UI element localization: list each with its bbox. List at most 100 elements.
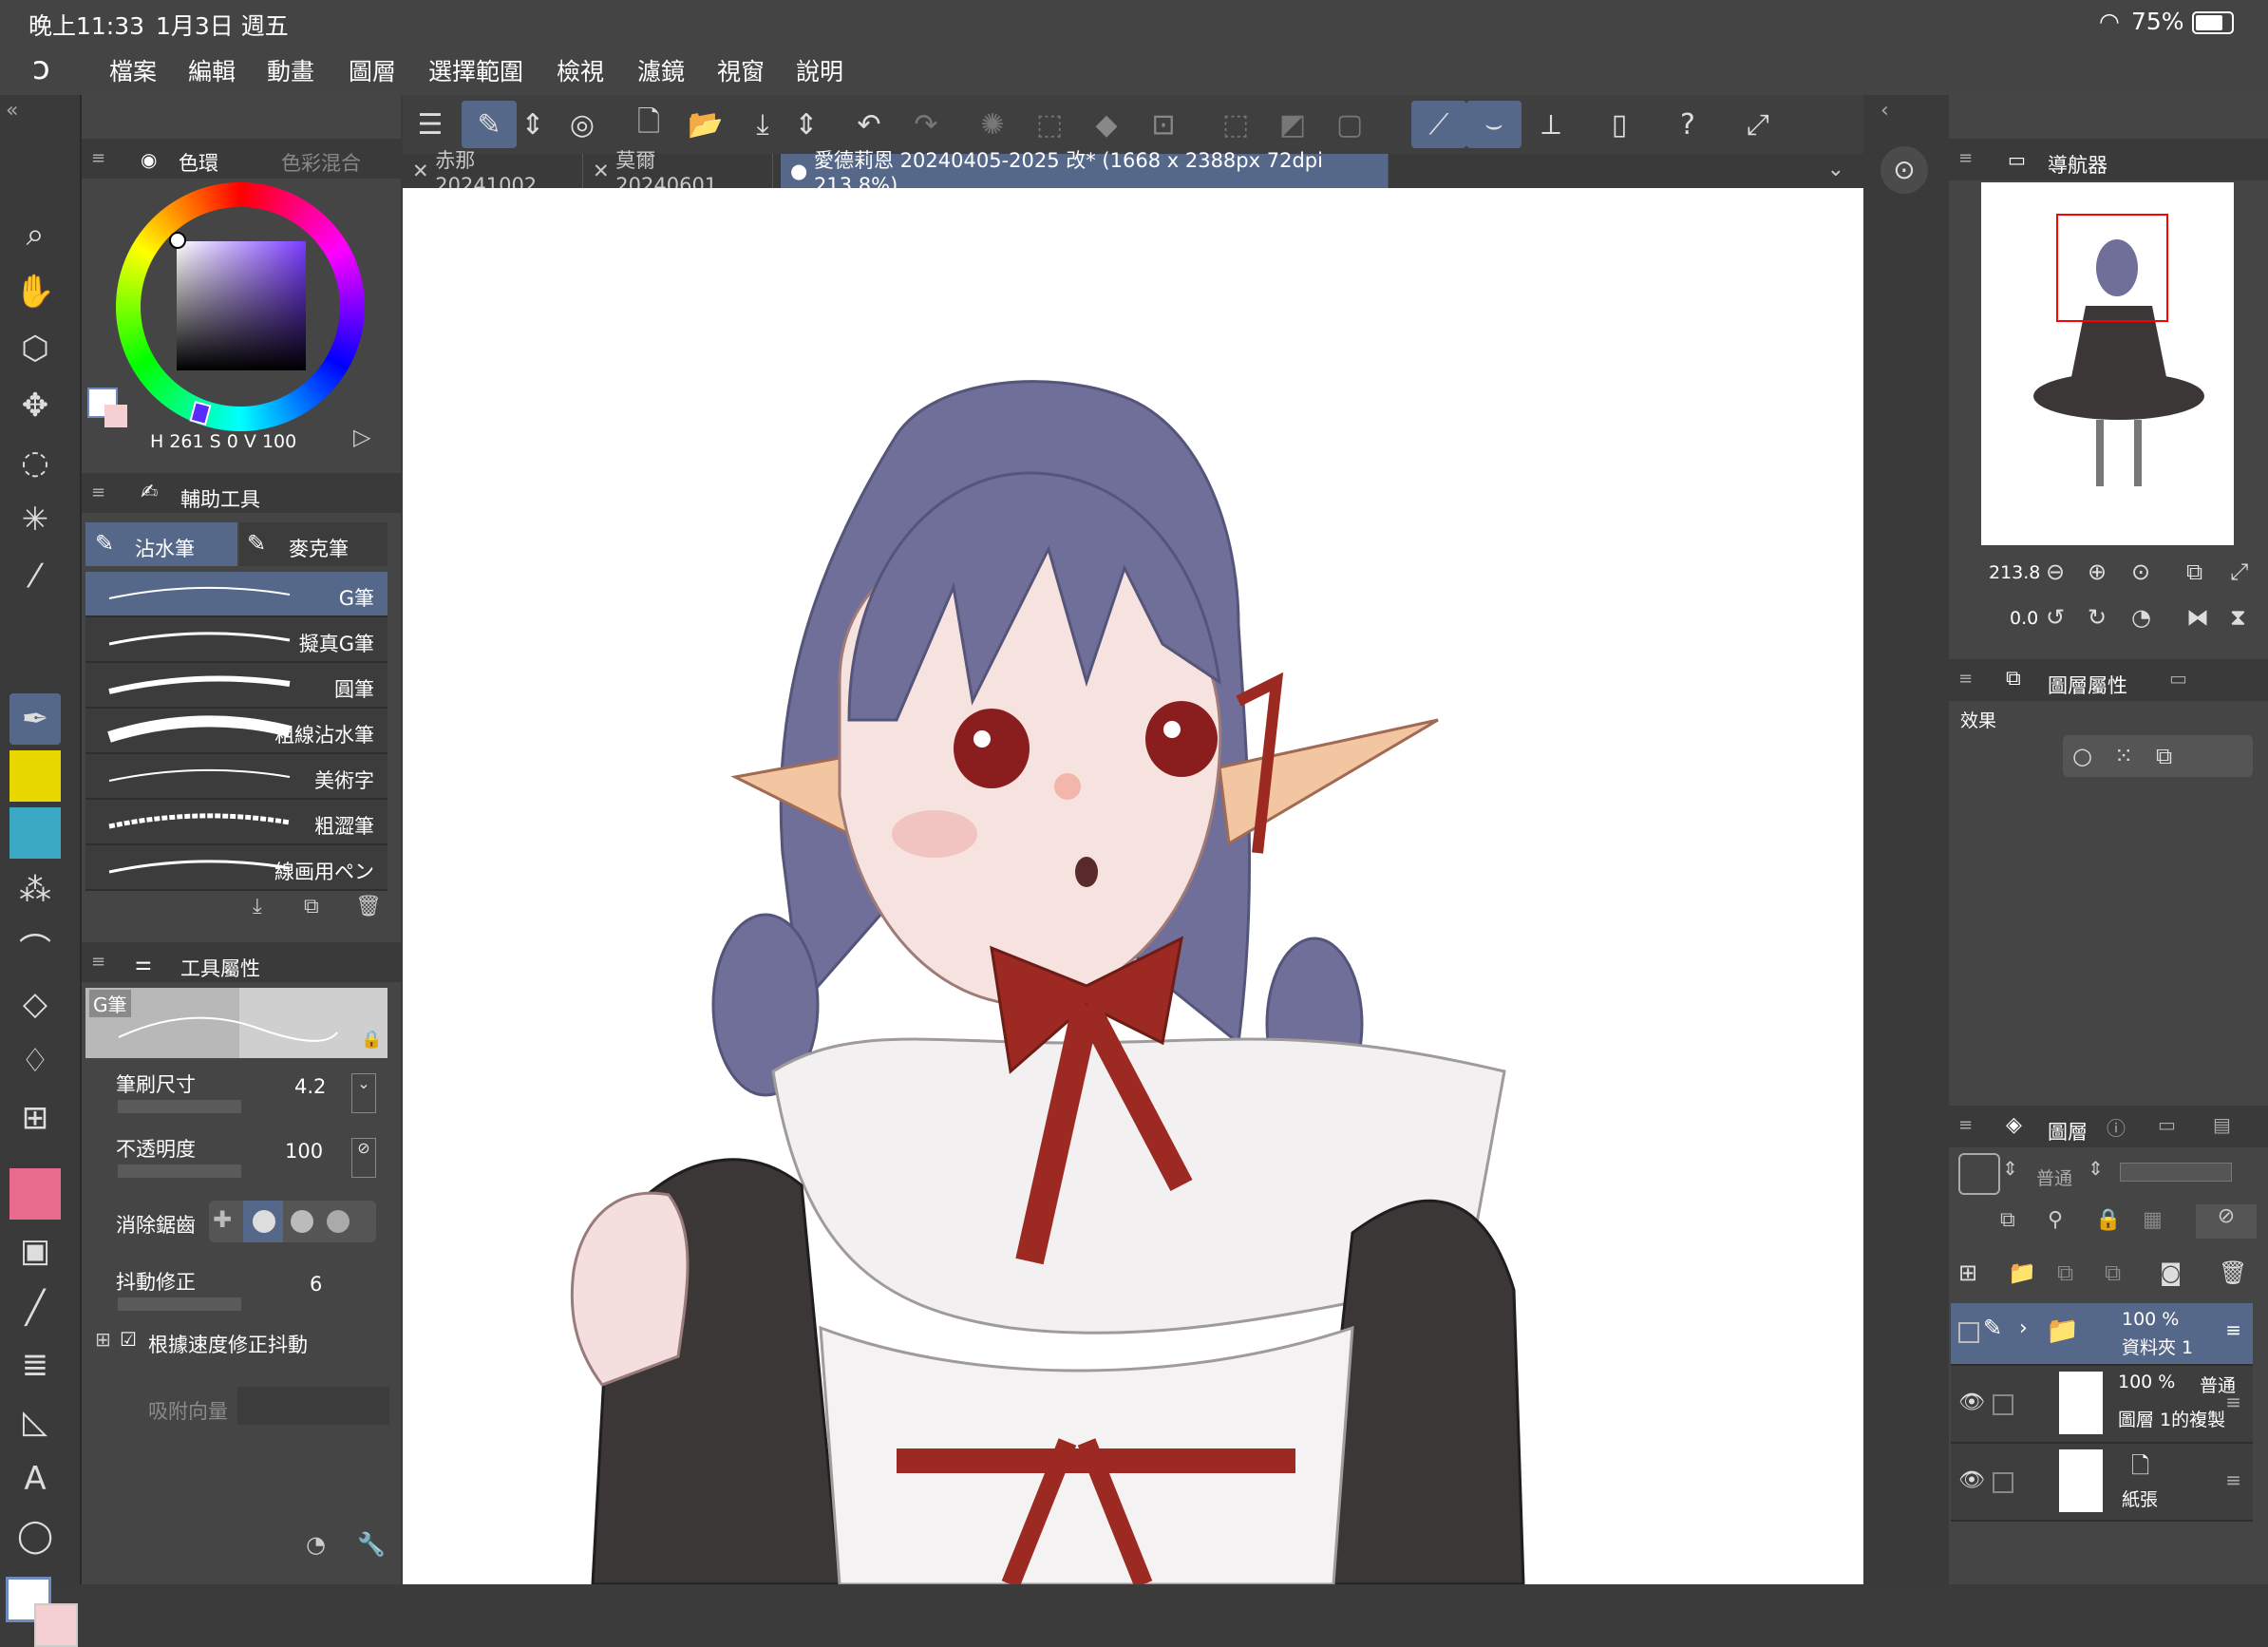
effect-selector[interactable]: ○ ⁙ ⧉ xyxy=(2063,735,2253,777)
brush-rough-pen[interactable]: 粗澀筆 xyxy=(85,800,387,845)
blend-mode-stepper-icon[interactable]: ⇕ xyxy=(2088,1157,2104,1180)
opacity-pressure-icon[interactable]: ⊘ xyxy=(351,1138,376,1178)
app-logo-icon[interactable]: ↄ xyxy=(32,49,50,87)
menu-animation[interactable]: 動畫 xyxy=(267,53,314,87)
import-subtool-icon[interactable]: ⤓ xyxy=(253,895,262,918)
snap-ruler-icon[interactable]: ⟋ xyxy=(1411,101,1466,148)
collapse-right-icon[interactable]: ‹ xyxy=(1881,99,1889,123)
delete-subtool-icon[interactable]: 🗑 xyxy=(355,895,382,918)
zoom-in-icon[interactable]: ⊕ xyxy=(2088,558,2107,585)
brush-size-slider[interactable] xyxy=(118,1100,241,1113)
figure-tool-icon[interactable]: ╱ xyxy=(9,1282,61,1334)
zoom-fit-icon[interactable]: ⊙ xyxy=(2131,558,2150,585)
collapse-left-icon[interactable]: « xyxy=(6,99,18,123)
companion-icon[interactable]: ◎ xyxy=(555,101,610,148)
sub-color-swatch[interactable] xyxy=(34,1603,78,1647)
hamburger-menu-icon[interactable]: ☰ xyxy=(403,101,458,148)
color-wheel-tab[interactable]: 色環 xyxy=(179,148,218,177)
undo-icon[interactable]: ↶ xyxy=(841,101,897,148)
border-effect-icon[interactable]: ○ xyxy=(2072,743,2092,769)
ruler-tool-icon[interactable]: ◺ xyxy=(9,1396,61,1448)
zoom-out-icon[interactable]: ⊖ xyxy=(2046,558,2065,585)
snap-grid-icon[interactable]: ⟂ xyxy=(1523,101,1578,148)
layer-color-toggle[interactable] xyxy=(1958,1153,2000,1195)
search-layer-tab-icon[interactable]: ▭ xyxy=(2158,1113,2176,1136)
layer-menu-icon[interactable]: ≡ xyxy=(2225,1468,2241,1491)
mask-toggle-icon[interactable]: ⊘ xyxy=(2196,1204,2257,1239)
sv-picker-handle[interactable] xyxy=(169,232,186,249)
fit-window-icon[interactable]: ⤢ xyxy=(2230,558,2248,585)
snap-vector-options[interactable] xyxy=(237,1387,389,1425)
color-wheel-tab-icon[interactable]: ◉ xyxy=(141,148,157,171)
gradient-fill-tool-icon[interactable] xyxy=(9,1168,61,1220)
panel-menu-icon[interactable]: ≡ xyxy=(91,148,105,168)
transfer-layer-icon[interactable]: ⧉ xyxy=(2057,1259,2073,1286)
help-icon[interactable]: ? xyxy=(1660,101,1715,148)
panel-menu-icon[interactable]: ≡ xyxy=(1958,148,1973,168)
reset-rotation-icon[interactable]: ◔ xyxy=(2131,604,2151,631)
layer-color-effect-icon[interactable]: ⧉ xyxy=(2156,743,2172,769)
menu-filter[interactable]: 濾鏡 xyxy=(637,53,685,87)
brush-size-pressure-icon[interactable]: ⌄ xyxy=(351,1073,376,1113)
drawing-canvas[interactable] xyxy=(403,188,1863,1588)
quick-access-icon[interactable]: ⊙ xyxy=(1881,146,1928,194)
menu-help[interactable]: 說明 xyxy=(796,53,843,87)
lock-transparent-icon[interactable]: ▦ xyxy=(2143,1208,2163,1232)
clip-layer-icon[interactable]: ⧉ xyxy=(2000,1208,2015,1232)
merge-layer-icon[interactable]: ⧉ xyxy=(2105,1259,2121,1286)
layer-color-stepper-icon[interactable]: ⇕ xyxy=(2002,1157,2018,1180)
layer-menu-icon[interactable]: ≡ xyxy=(2225,1391,2241,1413)
opacity-value[interactable]: 100 xyxy=(285,1140,323,1163)
rotate-left-icon[interactable]: ↺ xyxy=(2046,604,2065,631)
3d-object-tool-icon[interactable]: ⬡ xyxy=(9,323,61,374)
magic-wand-tool-icon[interactable]: ✳ xyxy=(9,494,61,545)
new-folder-icon[interactable]: 📁 xyxy=(2008,1259,2036,1286)
antialias-medium-icon[interactable] xyxy=(291,1210,313,1233)
invert-selection-icon[interactable]: ◩ xyxy=(1265,101,1320,148)
brush-g-pen[interactable]: G筆 xyxy=(85,572,387,617)
menu-view[interactable]: 檢視 xyxy=(557,53,604,87)
menu-window[interactable]: 視窗 xyxy=(717,53,765,87)
visibility-eye-icon[interactable]: 👁 xyxy=(1958,1391,1985,1414)
tone-effect-icon[interactable]: ⁙ xyxy=(2114,743,2133,769)
panel-menu-icon[interactable]: ≡ xyxy=(1958,1115,1973,1135)
new-raster-layer-icon[interactable]: ⊞ xyxy=(1958,1259,1977,1286)
layer-check[interactable] xyxy=(1958,1322,1979,1343)
lock-icon[interactable]: 🔒 xyxy=(361,1030,382,1050)
blend-mode-select[interactable]: 普通 xyxy=(2036,1164,2072,1190)
menu-edit[interactable]: 編輯 xyxy=(188,53,236,87)
menu-layer[interactable]: 圖層 xyxy=(349,53,396,87)
brush-real-g-pen[interactable]: 擬真G筆 xyxy=(85,617,387,663)
antialias-none-icon[interactable]: ✚ xyxy=(213,1206,232,1233)
airbrush-tool-icon[interactable]: ⁂ xyxy=(9,864,61,916)
visibility-eye-icon[interactable]: 👁 xyxy=(1958,1468,1985,1492)
duplicate-subtool-icon[interactable]: ⧉ xyxy=(304,895,319,918)
timeline-tab-icon[interactable]: ▤ xyxy=(2213,1113,2231,1136)
expand-icon[interactable]: ⊞ xyxy=(95,1328,111,1351)
frame-tool-icon[interactable]: ≣ xyxy=(9,1339,61,1391)
gradient-tool-icon[interactable]: ▣ xyxy=(9,1225,61,1277)
navigator-preview[interactable] xyxy=(1981,182,2234,545)
flip-vertical-icon[interactable]: ⧗ xyxy=(2230,604,2246,631)
loading-icon[interactable]: ✺ xyxy=(965,101,1020,148)
transform-icon[interactable]: ⊡ xyxy=(1136,101,1191,148)
pen-tool-icon[interactable]: ✒ xyxy=(9,693,61,745)
menu-selection[interactable]: 選擇範圍 xyxy=(428,53,523,87)
expand-folder-icon[interactable]: › xyxy=(2019,1316,2028,1340)
open-folder-icon[interactable]: 📂 xyxy=(678,101,733,148)
brush-round-pen[interactable]: 圓筆 xyxy=(85,663,387,709)
panel-sub-color[interactable] xyxy=(104,405,127,427)
panel-menu-icon[interactable]: ≡ xyxy=(91,952,105,972)
layer-row-paper[interactable]: 👁 🗋 紙張 ≡ xyxy=(1951,1444,2253,1522)
color-panel-play-icon[interactable]: ▷ xyxy=(353,424,370,450)
layer-property-second-tab-icon[interactable]: ▭ xyxy=(2169,667,2187,690)
tab-list-chevron-icon[interactable]: ⌄ xyxy=(1827,158,1844,181)
stabilization-slider[interactable] xyxy=(118,1297,241,1311)
subtool-group-marker[interactable]: ✎ 麥克筆 xyxy=(239,522,387,566)
wrench-icon[interactable]: 🔧 xyxy=(357,1531,386,1558)
layer-menu-icon[interactable]: ≡ xyxy=(2225,1318,2241,1341)
decoration-tool-icon[interactable]: ⌒ xyxy=(9,921,61,973)
fullscreen-icon[interactable]: ⤢ xyxy=(1730,101,1786,148)
save-icon[interactable]: ⤓ xyxy=(735,101,790,148)
balloon-tool-icon[interactable]: ◯ xyxy=(9,1510,61,1562)
